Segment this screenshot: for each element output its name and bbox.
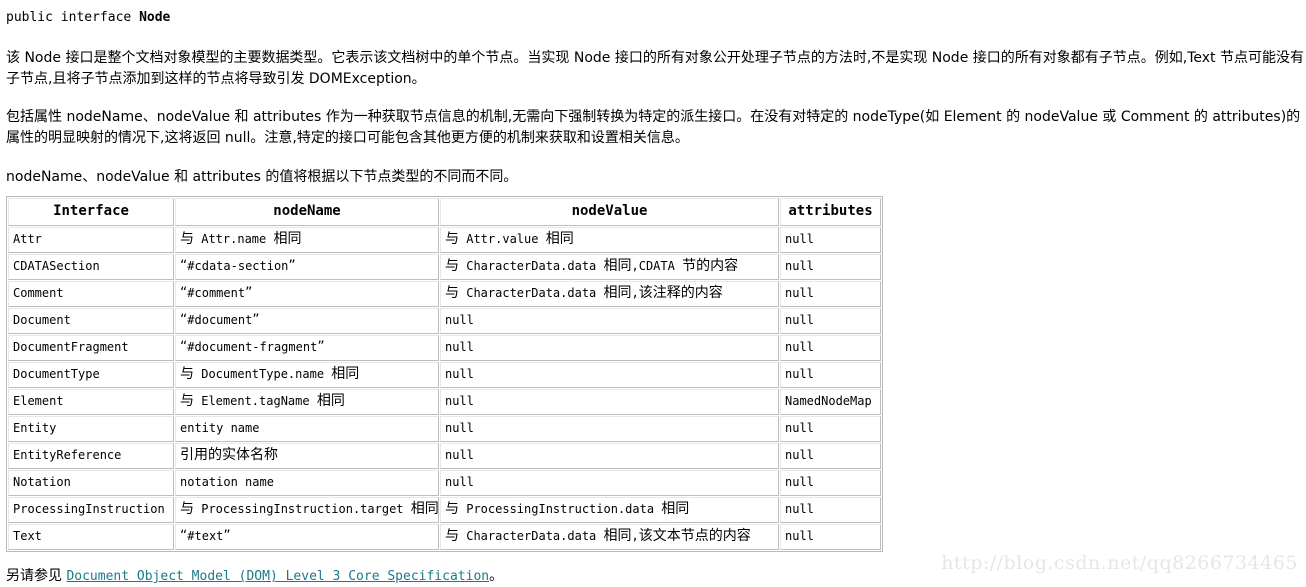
cell-nodevalue: null bbox=[440, 416, 779, 442]
node-types-table: Interface nodeName nodeValue attributes … bbox=[6, 196, 883, 552]
interface-signature: public interface Node bbox=[6, 10, 1306, 26]
cell-interface: Entity bbox=[8, 416, 174, 442]
table-row: Text “#text” 与 CharacterData.data 相同,该文本节点… bbox=[8, 524, 881, 550]
cell-attributes: null bbox=[780, 281, 881, 307]
cell-nodename: 与 ProcessingInstruction.target 相同 bbox=[175, 497, 439, 523]
cell-attributes: null bbox=[780, 362, 881, 388]
cell-interface: EntityReference bbox=[8, 443, 174, 469]
signature-keyword: public interface bbox=[6, 10, 140, 25]
table-row: Attr 与 Attr.name 相同与 Attr.value 相同 null bbox=[8, 227, 881, 253]
cell-nodename: 引用的实体名称 bbox=[175, 443, 439, 469]
paragraph-overview: 该 Node 接口是整个文档对象模型的主要数据类型。它表示该文档树中的单个节点。… bbox=[6, 50, 1304, 87]
cell-nodename: notation name bbox=[175, 470, 439, 496]
table-row: Document “#document” null null bbox=[8, 308, 881, 334]
table-header-row: Interface nodeName nodeValue attributes bbox=[8, 198, 881, 226]
paragraph-attributes: 包括属性 nodeName、nodeValue 和 attributes 作为一… bbox=[6, 109, 1301, 146]
cell-interface: Comment bbox=[8, 281, 174, 307]
cell-nodevalue: null bbox=[440, 335, 779, 361]
table-row: DocumentType 与 DocumentType.name 相同 null nu… bbox=[8, 362, 881, 388]
cell-nodevalue: 与 ProcessingInstruction.data 相同 bbox=[440, 497, 779, 523]
cell-nodevalue: 与 CharacterData.data 相同,CDATA 节的内容 bbox=[440, 254, 779, 280]
column-header-nodevalue: nodeValue bbox=[440, 198, 779, 226]
cell-nodevalue: 与 CharacterData.data 相同,该文本节点的内容 bbox=[440, 524, 779, 550]
watermark: http://blog.csdn.net/qq8266734465 bbox=[941, 552, 1298, 574]
cell-attributes: null bbox=[780, 497, 881, 523]
cell-nodevalue: 与 Attr.value 相同 bbox=[440, 227, 779, 253]
cell-attributes: null bbox=[780, 254, 881, 280]
cell-attributes: null bbox=[780, 227, 881, 253]
table-row: Entity entity name null null bbox=[8, 416, 881, 442]
signature-name: Node bbox=[139, 10, 171, 25]
cell-nodevalue: null bbox=[440, 362, 779, 388]
table-row: Element 与 Element.tagName 相同 null NamedNode… bbox=[8, 389, 881, 415]
paragraph-table-intro: nodeName、nodeValue 和 attributes 的值将根据以下节… bbox=[6, 169, 518, 185]
cell-interface: DocumentType bbox=[8, 362, 174, 388]
cell-nodename: “#comment” bbox=[175, 281, 439, 307]
table-body: Attr 与 Attr.name 相同与 Attr.value 相同 null CDA… bbox=[8, 227, 881, 550]
table-row: EntityReference 引用的实体名称 null null bbox=[8, 443, 881, 469]
cell-nodevalue: null bbox=[440, 308, 779, 334]
cell-nodename: “#text” bbox=[175, 524, 439, 550]
cell-nodename: 与 Attr.name 相同 bbox=[175, 227, 439, 253]
cell-interface: Notation bbox=[8, 470, 174, 496]
cell-interface: Document bbox=[8, 308, 174, 334]
cell-nodename: “#document” bbox=[175, 308, 439, 334]
cell-nodevalue: null bbox=[440, 470, 779, 496]
cell-interface: Element bbox=[8, 389, 174, 415]
column-header-attributes: attributes bbox=[780, 198, 881, 226]
column-header-nodename: nodeName bbox=[175, 198, 439, 226]
cell-interface: Text bbox=[8, 524, 174, 550]
cell-attributes: null bbox=[780, 416, 881, 442]
cell-attributes: null bbox=[780, 308, 881, 334]
cell-interface: DocumentFragment bbox=[8, 335, 174, 361]
cell-nodevalue: 与 CharacterData.data 相同,该注释的内容 bbox=[440, 281, 779, 307]
cell-nodename: 与 Element.tagName 相同 bbox=[175, 389, 439, 415]
cell-interface: CDATASection bbox=[8, 254, 174, 280]
table-row: Comment “#comment” 与 CharacterData.data 相同… bbox=[8, 281, 881, 307]
cell-attributes: null bbox=[780, 470, 881, 496]
cell-nodename: “#document-fragment” bbox=[175, 335, 439, 361]
cell-nodevalue: null bbox=[440, 443, 779, 469]
cell-attributes: null bbox=[780, 524, 881, 550]
cell-attributes: null bbox=[780, 443, 881, 469]
table-row: ProcessingInstruction 与 ProcessingInstruc… bbox=[8, 497, 881, 523]
document-body: public interface Node 该 Node 接口是整个文档对象模型… bbox=[6, 0, 1306, 587]
cell-nodename: “#cdata-section” bbox=[175, 254, 439, 280]
cell-interface: ProcessingInstruction bbox=[8, 497, 174, 523]
cell-nodename: entity name bbox=[175, 416, 439, 442]
table-row: CDATASection “#cdata-section” 与 CharacterD… bbox=[8, 254, 881, 280]
cell-attributes: null bbox=[780, 335, 881, 361]
cell-attributes: NamedNodeMap bbox=[780, 389, 881, 415]
column-header-interface: Interface bbox=[8, 198, 174, 226]
table-row: Notation notation name null null bbox=[8, 470, 881, 496]
cell-interface: Attr bbox=[8, 227, 174, 253]
table-row: DocumentFragment “#document-fragment” null… bbox=[8, 335, 881, 361]
cell-nodevalue: null bbox=[440, 389, 779, 415]
cell-nodename: 与 DocumentType.name 相同 bbox=[175, 362, 439, 388]
